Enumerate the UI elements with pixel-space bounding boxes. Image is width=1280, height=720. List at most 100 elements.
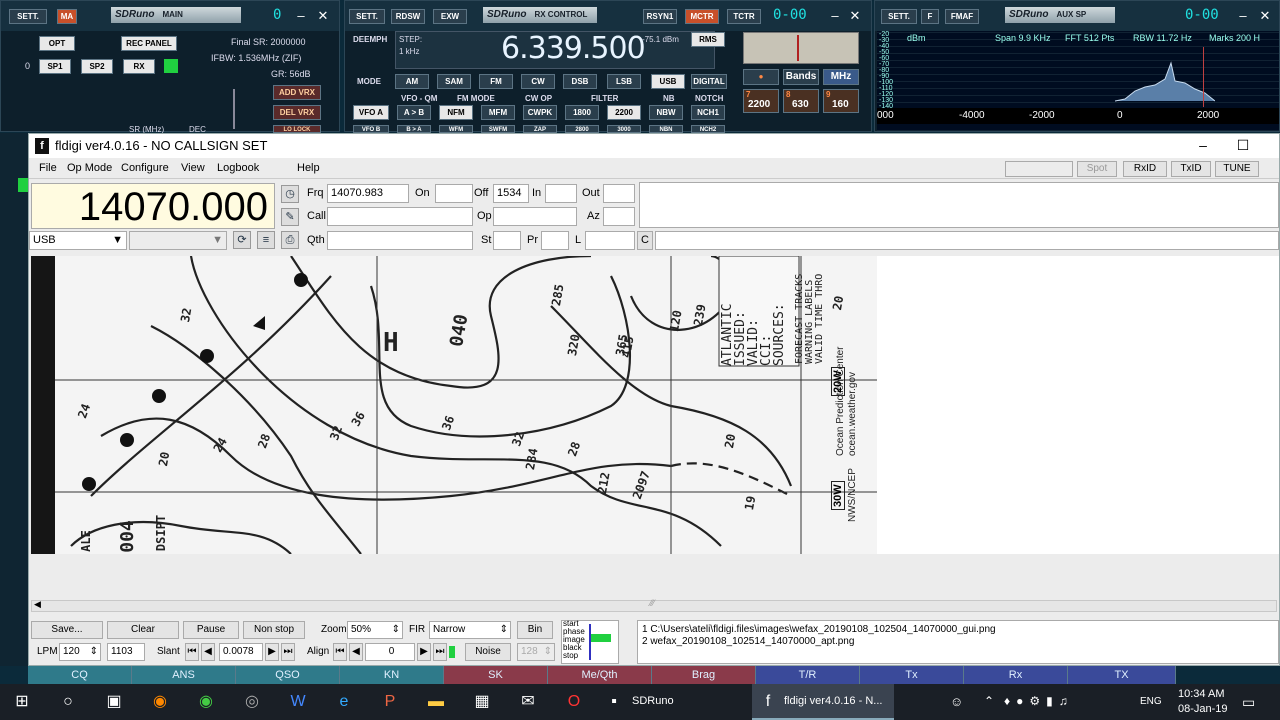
comment-field[interactable]	[655, 231, 1279, 250]
off-field[interactable]: 1534	[493, 184, 529, 203]
az-field[interactable]	[603, 207, 635, 226]
mode-fm-button[interactable]: FM	[479, 74, 513, 89]
swfm-button[interactable]: SWFM	[481, 125, 515, 133]
align-fast-right-button[interactable]: ⏭	[433, 643, 447, 661]
cwpk-button[interactable]: CWPK	[523, 105, 557, 120]
powerpoint-icon[interactable]: P	[380, 692, 400, 712]
maximize-icon[interactable]: ☐	[1233, 134, 1253, 158]
sett-button[interactable]: SETT.	[9, 9, 47, 24]
sett-button[interactable]: SETT.	[349, 9, 385, 24]
a-to-b-button[interactable]: A > B	[397, 105, 431, 120]
qth-field[interactable]	[327, 231, 473, 250]
mhz-button[interactable]: MHz	[823, 69, 859, 85]
language-indicator[interactable]: ENG	[1140, 696, 1162, 707]
search-icon[interactable]: ○	[58, 692, 78, 712]
word-icon[interactable]: W	[288, 692, 308, 712]
off-label[interactable]: Off	[474, 187, 488, 199]
clock-date[interactable]: 08-Jan-19	[1178, 703, 1228, 715]
pause-button[interactable]: Pause	[183, 621, 239, 639]
b-to-a-button[interactable]: B > A	[397, 125, 431, 133]
menu-configure[interactable]: Configure	[121, 162, 169, 174]
slant-right-button[interactable]: ▶	[265, 643, 279, 661]
nbn-button[interactable]: NBN	[649, 125, 683, 133]
macro-t-r-button[interactable]: T/R	[756, 666, 860, 684]
mfm-button[interactable]: MFM	[481, 105, 515, 120]
pr-field[interactable]	[541, 231, 569, 250]
minimize-icon[interactable]: –	[1193, 134, 1213, 158]
macro-rx-button[interactable]: Rx	[964, 666, 1068, 684]
minimize-icon[interactable]: –	[293, 8, 309, 24]
file-explorer-icon[interactable]: ▬	[426, 692, 446, 712]
menu-file[interactable]: File	[39, 162, 57, 174]
vfo-a-button[interactable]: VFO A	[353, 105, 389, 120]
locator-field[interactable]	[585, 231, 635, 250]
rx-button[interactable]: RX	[123, 59, 155, 74]
menu-view[interactable]: View	[181, 162, 205, 174]
mode-dsb-button[interactable]: DSB	[563, 74, 597, 89]
mctr-button[interactable]: MCTR	[685, 9, 719, 24]
mail-icon[interactable]: ✉	[518, 692, 538, 712]
align-fast-left-button[interactable]: ⏮	[333, 643, 347, 661]
task-view-icon[interactable]: ▣	[104, 692, 124, 712]
mode-usb-button[interactable]: USB	[651, 74, 685, 89]
out-label[interactable]: Out	[582, 187, 600, 199]
ma-button[interactable]: MA	[57, 9, 77, 24]
chevron-up-icon[interactable]: ⌃	[984, 694, 994, 708]
edge-icon[interactable]: e	[334, 692, 354, 712]
mode-cw-button[interactable]: CW	[521, 74, 555, 89]
f-button[interactable]: F	[921, 9, 939, 24]
keypad-8[interactable]: 8 630	[783, 89, 819, 113]
mode-digital-button[interactable]: DIGITAL	[691, 74, 727, 89]
bin-checkbox[interactable]: Bin	[517, 621, 553, 639]
op-field[interactable]	[493, 207, 577, 226]
gain-slider[interactable]	[233, 89, 241, 129]
call-field[interactable]	[327, 207, 473, 226]
nch2-button[interactable]: NCH2	[691, 125, 725, 133]
c-button[interactable]: C	[637, 231, 653, 250]
macro-tx-button[interactable]: TX	[1068, 666, 1176, 684]
macro-qso-button[interactable]: QSO	[236, 666, 340, 684]
wfm-button[interactable]: WFM	[439, 125, 473, 133]
sp1-button[interactable]: SP1	[39, 59, 71, 74]
clock-time[interactable]: 10:34 AM	[1178, 688, 1224, 700]
save-button[interactable]: Save...	[31, 621, 103, 639]
tctr-button[interactable]: TCTR	[727, 9, 761, 24]
mode-lsb-button[interactable]: LSB	[607, 74, 641, 89]
rdsw-button[interactable]: RDSW	[391, 9, 425, 24]
minimize-icon[interactable]: –	[827, 8, 843, 24]
lo-lock-button[interactable]: LO LOCK	[273, 125, 321, 133]
spinner-icon[interactable]: ⇕	[90, 644, 98, 660]
macro-me-qth-button[interactable]: Me/Qth	[548, 666, 652, 684]
filter-3000-button[interactable]: 3000	[607, 125, 641, 133]
macro-cq-button[interactable]: CQ	[28, 666, 132, 684]
macro-kn-button[interactable]: KN	[340, 666, 444, 684]
record-button[interactable]: ●	[743, 69, 779, 85]
store-icon[interactable]: ▦	[472, 692, 492, 712]
align-left-button[interactable]: ◀	[349, 643, 363, 661]
txid-button[interactable]: TxID	[1171, 161, 1211, 177]
opera-icon[interactable]: O	[564, 692, 584, 712]
in-field[interactable]	[545, 184, 577, 203]
chrome-icon[interactable]: ◉	[196, 692, 216, 712]
swap-icon[interactable]: ⟳	[233, 231, 251, 249]
nch1-button[interactable]: NCH1	[691, 105, 725, 120]
macro-brag-button[interactable]: Brag	[652, 666, 756, 684]
tune-button[interactable]: TUNE	[1215, 161, 1259, 177]
broom-icon[interactable]: ✎	[281, 208, 299, 226]
opt-button[interactable]: OPT	[39, 36, 75, 51]
on-label[interactable]: On	[415, 187, 430, 199]
rsyn1-button[interactable]: RSYN1	[643, 9, 677, 24]
frequency-display[interactable]: 14070.000	[31, 183, 275, 229]
rxid-button[interactable]: RxID	[1123, 161, 1167, 177]
vfo-b-button[interactable]: VFO B	[353, 125, 389, 133]
close-icon[interactable]: ✕	[315, 8, 331, 24]
spot-button[interactable]: Spot	[1077, 161, 1117, 177]
resize-grip-icon[interactable]: ⁄⁄⁄	[650, 598, 655, 608]
lpm-spinner[interactable]: 120 ⇕	[59, 643, 101, 661]
frq-field[interactable]: 14070.983	[327, 184, 409, 203]
wefax-image[interactable]: 32 24 20 28 24 32 36 36 32 20 284 28 212 2097 239 19 20 0…	[31, 256, 877, 554]
minimize-icon[interactable]: –	[1235, 8, 1251, 24]
add-vrx-button[interactable]: ADD VRX	[273, 85, 321, 100]
macro-tx-button[interactable]: Tx	[860, 666, 964, 684]
filter-2200-button[interactable]: 2200	[607, 105, 641, 120]
